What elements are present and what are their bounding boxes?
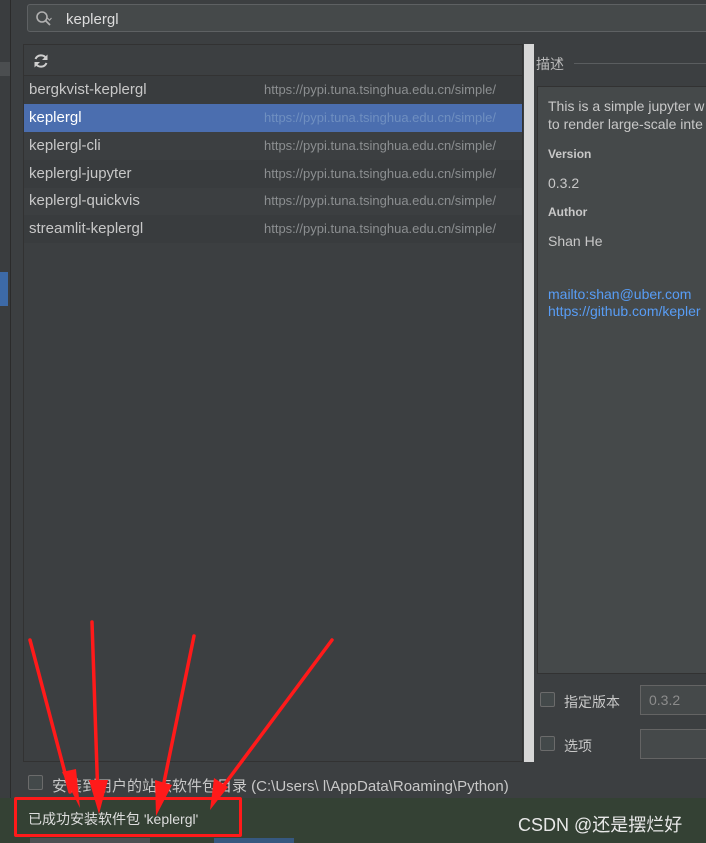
package-row-keplergl-cli[interactable]: keplergl-cli https://pypi.tuna.tsinghua.… xyxy=(24,132,522,160)
install-package-button[interactable] xyxy=(30,838,150,843)
author-email-link[interactable]: mailto:shan@uber.com xyxy=(548,286,691,302)
options-checkbox[interactable] xyxy=(540,736,555,751)
author-value: Shan He xyxy=(548,233,603,249)
package-name: bergkvist-keplergl xyxy=(29,81,147,98)
package-row-bergkvist-keplergl[interactable]: bergkvist-keplergl https://pypi.tuna.tsi… xyxy=(24,76,522,104)
specify-version-checkbox[interactable] xyxy=(540,692,555,707)
project-homepage-link[interactable]: https://github.com/kepler xyxy=(548,303,701,319)
package-repo-url: https://pypi.tuna.tsinghua.edu.cn/simple… xyxy=(264,221,496,236)
package-repo-url: https://pypi.tuna.tsinghua.edu.cn/simple… xyxy=(264,138,496,153)
package-name: keplergl-jupyter xyxy=(29,165,132,182)
version-value: 0.3.2 xyxy=(548,175,580,191)
package-row-keplergl-jupyter[interactable]: keplergl-jupyter https://pypi.tuna.tsing… xyxy=(24,160,522,188)
refresh-icon[interactable] xyxy=(32,52,50,70)
package-row-keplergl[interactable]: keplergl https://pypi.tuna.tsinghua.edu.… xyxy=(24,104,522,132)
annotation-highlight-box xyxy=(14,797,242,837)
package-repo-url: https://pypi.tuna.tsinghua.edu.cn/simple… xyxy=(264,110,496,125)
options-label: 选项 xyxy=(564,738,592,754)
description-panel: This is a simple jupyter w to render lar… xyxy=(537,86,706,674)
package-list-panel: bergkvist-keplergl https://pypi.tuna.tsi… xyxy=(23,44,523,762)
description-text-line: to render large-scale inte xyxy=(548,116,703,132)
package-repo-url: https://pypi.tuna.tsinghua.edu.cn/simple… xyxy=(264,193,496,208)
package-repo-url: https://pypi.tuna.tsinghua.edu.cn/simple… xyxy=(264,166,496,181)
description-title-divider xyxy=(574,63,706,64)
version-dropdown[interactable]: 0.3.2 xyxy=(640,685,706,715)
version-heading: Version xyxy=(548,147,592,161)
search-icon xyxy=(36,11,52,26)
package-repo-url: https://pypi.tuna.tsinghua.edu.cn/simple… xyxy=(264,82,496,97)
left-strip-active-tab[interactable] xyxy=(0,272,8,306)
install-to-user-checkbox[interactable] xyxy=(28,775,43,790)
options-input[interactable] xyxy=(640,729,706,759)
specify-version-label: 指定版本 xyxy=(564,694,620,710)
left-strip-tab[interactable] xyxy=(0,62,10,76)
install-to-user-label: 安装到用户的站点软件包目录 (C:\Users\ l\AppData\Roami… xyxy=(52,778,509,795)
watermark: CSDN @还是摆烂好 xyxy=(518,815,683,835)
author-heading: Author xyxy=(548,205,588,219)
package-name: keplergl-cli xyxy=(29,137,101,154)
description-title: 描述 xyxy=(536,56,564,72)
package-row-keplergl-quickvis[interactable]: keplergl-quickvis https://pypi.tuna.tsin… xyxy=(24,187,522,215)
package-name: keplergl xyxy=(29,109,82,126)
left-tool-strip xyxy=(0,0,11,843)
description-text-line: This is a simple jupyter w xyxy=(548,98,705,114)
search-input[interactable] xyxy=(64,8,568,30)
list-scrollbar[interactable] xyxy=(524,44,534,762)
package-row-streamlit-keplergl[interactable]: streamlit-keplergl https://pypi.tuna.tsi… xyxy=(24,215,522,243)
package-name: keplergl-quickvis xyxy=(29,192,140,209)
package-name: streamlit-keplergl xyxy=(29,220,144,237)
package-search-field[interactable] xyxy=(27,4,706,32)
manage-repositories-button[interactable] xyxy=(214,838,294,843)
